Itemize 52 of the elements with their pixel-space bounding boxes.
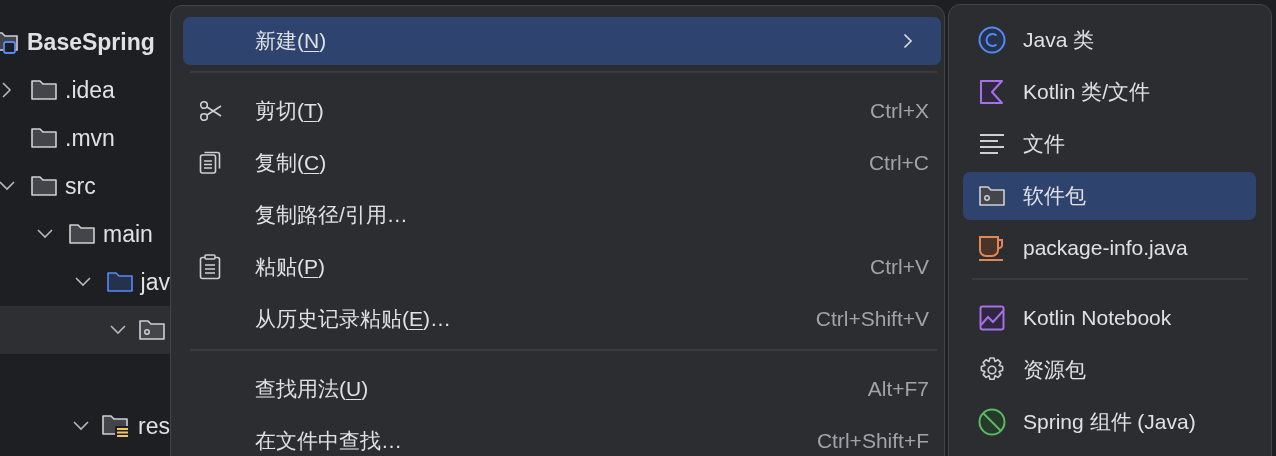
menu-item[interactable]: 查找用法(U) Alt+F7 bbox=[183, 365, 941, 413]
menu-item[interactable]: 资源包 bbox=[963, 346, 1256, 394]
package-folder-icon bbox=[138, 318, 166, 342]
tree-item-label[interactable]: src bbox=[65, 172, 96, 200]
kotlin-icon bbox=[979, 79, 1005, 105]
menu-item[interactable]: 复制路径/引用… bbox=[183, 191, 941, 239]
tree-item-label[interactable]: BaseSpring bbox=[27, 28, 155, 56]
tree-item-label[interactable]: main bbox=[103, 220, 153, 248]
menu-item[interactable]: 从历史记录粘贴(E)… Ctrl+Shift+V bbox=[183, 295, 941, 343]
tree-item-label[interactable]: .mvn bbox=[65, 124, 115, 152]
menu-item[interactable]: Kotlin Notebook bbox=[963, 294, 1256, 342]
no-entry-icon bbox=[978, 408, 1006, 436]
chevron-down-icon[interactable] bbox=[110, 325, 126, 335]
class-c-icon bbox=[978, 26, 1006, 54]
folder-icon bbox=[30, 78, 58, 102]
tree-item-label[interactable]: jav bbox=[140, 268, 170, 296]
shortcut-text: Ctrl+Shift+F bbox=[816, 429, 929, 453]
menu-item[interactable]: 粘贴(P) Ctrl+V bbox=[183, 243, 941, 291]
menu-item[interactable]: 复制(C) Ctrl+C bbox=[183, 139, 941, 187]
scissors-icon bbox=[199, 100, 223, 122]
menu-item[interactable]: 在文件中查找… Ctrl+Shift+F bbox=[183, 417, 941, 456]
shortcut-text: Alt+F7 bbox=[867, 377, 929, 401]
copy-icon bbox=[199, 151, 223, 175]
menu-item[interactable]: Java 类 bbox=[963, 16, 1256, 64]
menu-item[interactable]: Spring 组件 (Java) bbox=[963, 398, 1256, 446]
menu-item[interactable]: 剪切(T) Ctrl+X bbox=[183, 87, 941, 135]
menu-item[interactable]: 新建(N) bbox=[183, 17, 941, 65]
folder-icon bbox=[30, 174, 58, 198]
folder-icon bbox=[68, 222, 96, 246]
shortcut-text: Ctrl+Shift+V bbox=[815, 307, 929, 331]
tree-item-label[interactable]: res bbox=[138, 412, 170, 440]
menu-item[interactable]: package-info.java bbox=[963, 224, 1256, 272]
menu-item[interactable]: 文件 bbox=[963, 120, 1256, 168]
cup-icon bbox=[978, 235, 1006, 261]
chevron-down-icon[interactable] bbox=[72, 421, 89, 431]
menu-item[interactable]: 软件包 bbox=[963, 172, 1256, 220]
shortcut-text: Ctrl+V bbox=[870, 255, 929, 279]
folder-icon bbox=[30, 126, 58, 150]
shortcut-text: Ctrl+C bbox=[868, 151, 929, 175]
chevron-down-icon[interactable] bbox=[0, 181, 15, 191]
folder-icon bbox=[105, 270, 134, 294]
package-folder-icon bbox=[978, 184, 1006, 208]
chevron-down-icon[interactable] bbox=[74, 277, 91, 287]
tree-row[interactable] bbox=[0, 306, 170, 354]
chart-icon bbox=[979, 305, 1005, 331]
text-lines-icon bbox=[979, 133, 1005, 155]
tree-item-label[interactable]: .idea bbox=[65, 76, 115, 104]
chevron-down-icon[interactable] bbox=[37, 229, 53, 239]
shortcut-text: Ctrl+X bbox=[870, 99, 929, 123]
chevron-right-icon[interactable] bbox=[2, 82, 12, 98]
clipboard-icon bbox=[199, 254, 221, 280]
menu-item[interactable]: Kotlin 类/文件 bbox=[963, 68, 1256, 116]
